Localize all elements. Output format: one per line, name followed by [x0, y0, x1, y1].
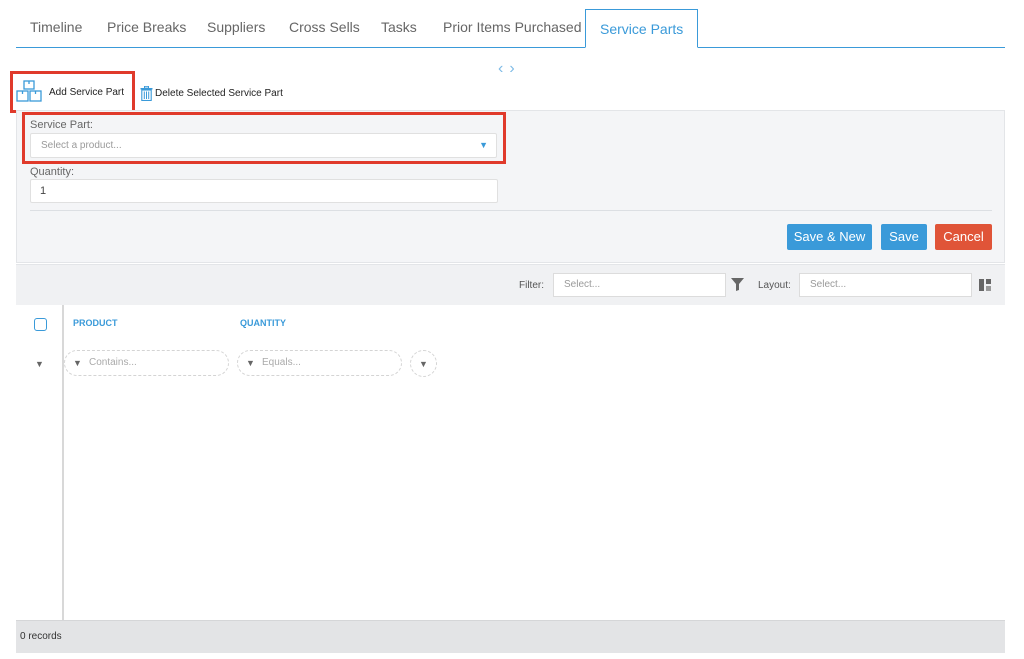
- grid-filter-bar: Filter: Select... Layout: Select...: [16, 264, 1005, 305]
- column-header-quantity[interactable]: QUANTITY: [240, 318, 286, 328]
- filter-icon: ▼: [73, 358, 82, 368]
- product-filter-placeholder: Contains...: [89, 357, 137, 368]
- tab-cross-sells[interactable]: Cross Sells: [277, 9, 372, 47]
- select-all-checkbox[interactable]: [34, 318, 47, 331]
- tab-scroll-arrows: ‹›: [498, 60, 521, 78]
- highlight-service-part-field: [22, 112, 506, 164]
- cancel-button[interactable]: Cancel: [935, 224, 992, 250]
- layout-select[interactable]: Select...: [799, 273, 972, 297]
- tab-prior-items-purchased[interactable]: Prior Items Purchased: [431, 9, 594, 47]
- filter-select[interactable]: Select...: [553, 273, 726, 297]
- record-count: 0 records: [20, 631, 62, 642]
- tab-tasks[interactable]: Tasks: [369, 9, 429, 47]
- delete-service-part-label: Delete Selected Service Part: [155, 88, 283, 99]
- filter-label: Filter:: [519, 280, 544, 291]
- layout-label: Layout:: [758, 280, 791, 291]
- grid-footer: 0 records: [16, 620, 1005, 653]
- chevron-right-icon[interactable]: ›: [509, 60, 520, 77]
- trash-icon: [140, 85, 153, 102]
- tab-price-breaks[interactable]: Price Breaks: [95, 9, 198, 47]
- quantity-filter-input[interactable]: ▼ Equals...: [237, 350, 402, 376]
- delete-service-part-button[interactable]: Delete Selected Service Part: [140, 85, 283, 102]
- tab-suppliers[interactable]: Suppliers: [195, 9, 277, 47]
- filter-icon: ▼: [246, 358, 255, 368]
- tab-bar: Timeline Price Breaks Suppliers Cross Se…: [16, 9, 1005, 48]
- add-service-part-label: Add Service Part: [49, 86, 125, 98]
- filter-icon[interactable]: [731, 278, 744, 296]
- product-filter-input[interactable]: ▼ Contains...: [64, 350, 229, 376]
- column-filter-menu-button[interactable]: ▼: [410, 350, 437, 377]
- column-header-product[interactable]: PRODUCT: [73, 318, 118, 328]
- chevron-left-icon[interactable]: ‹: [498, 60, 509, 77]
- add-service-part-button[interactable]: Add Service Part: [16, 80, 124, 104]
- layout-columns-icon[interactable]: [979, 278, 991, 296]
- tab-timeline[interactable]: Timeline: [18, 9, 94, 47]
- save-and-new-button[interactable]: Save & New: [787, 224, 872, 250]
- boxes-icon: [16, 80, 42, 104]
- service-parts-grid: PRODUCT QUANTITY ▼ ▼ Contains... ▼ Equal…: [16, 305, 1005, 620]
- save-button[interactable]: Save: [881, 224, 927, 250]
- form-divider: [30, 210, 992, 211]
- tab-service-parts[interactable]: Service Parts: [585, 9, 699, 48]
- grid-column-divider: [62, 305, 64, 620]
- quantity-filter-placeholder: Equals...: [262, 357, 301, 368]
- quantity-input[interactable]: 1: [30, 179, 498, 203]
- row-filter-icon[interactable]: ▼: [35, 359, 44, 369]
- quantity-label: Quantity:: [30, 166, 75, 178]
